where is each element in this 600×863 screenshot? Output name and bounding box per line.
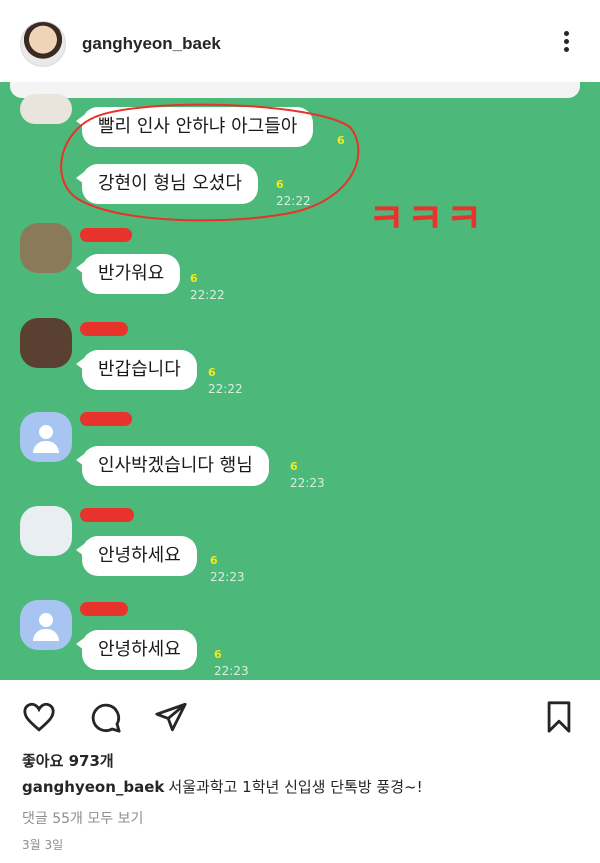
- post-date: 3월 3일: [22, 838, 64, 852]
- previous-message-edge: [10, 82, 580, 98]
- post-image: 빨리 인사 안하냐 아그들아 6 강현이 형님 오셨다 6 22:22 ㅋㅋㅋ …: [0, 82, 600, 680]
- message-time: 22:23: [290, 476, 325, 490]
- caption: ganghyeon_baek 서울과학고 1학년 신입생 단톡방 풍경~!: [22, 776, 423, 797]
- bookmark-icon[interactable]: [542, 700, 576, 734]
- caption-text: 서울과학고 1학년 신입생 단톡방 풍경~!: [168, 778, 423, 796]
- default-avatar-icon: [20, 600, 72, 650]
- redacted-name: [80, 228, 132, 242]
- unread-count: 6: [208, 366, 216, 379]
- share-icon[interactable]: [154, 700, 188, 734]
- default-avatar-icon: [20, 412, 72, 462]
- unread-count: 6: [210, 554, 218, 567]
- redacted-name: [80, 412, 132, 426]
- chat-message: 안녕하세요: [76, 630, 197, 670]
- annotation-text: ㅋㅋㅋ: [368, 196, 485, 242]
- red-circle-annotation: [60, 103, 360, 222]
- chat-message: 인사박겠습니다 행님: [76, 446, 269, 486]
- message-time: 22:23: [214, 664, 249, 678]
- unread-count: 6: [290, 460, 298, 473]
- heart-icon[interactable]: [22, 700, 56, 734]
- chat-avatar: [20, 223, 72, 273]
- chat-message: 반가워요: [75, 254, 181, 294]
- message-time: 22:22: [208, 382, 243, 396]
- redacted-name: [80, 602, 128, 616]
- redacted-name: [80, 322, 128, 336]
- comment-icon[interactable]: [88, 700, 122, 734]
- username[interactable]: ganghyeon_baek: [82, 34, 221, 54]
- caption-username[interactable]: ganghyeon_baek: [22, 778, 164, 796]
- message-time: 22:23: [210, 570, 245, 584]
- chat-avatar: [20, 318, 72, 368]
- message-time: 22:22: [190, 288, 225, 302]
- chat-avatar: [20, 506, 72, 556]
- chat-message: 반갑습니다: [76, 350, 197, 390]
- post-header: ganghyeon_baek: [0, 0, 600, 82]
- like-count[interactable]: 좋아요 973개: [22, 750, 114, 771]
- unread-count: 6: [190, 272, 198, 285]
- chat-message: 안녕하세요: [76, 536, 197, 576]
- action-bar: [0, 690, 600, 740]
- more-icon[interactable]: [556, 28, 576, 58]
- avatar[interactable]: [20, 21, 66, 67]
- redacted-name: [80, 508, 134, 522]
- unread-count: 6: [214, 648, 222, 661]
- view-comments-link[interactable]: 댓글 55개 모두 보기: [22, 808, 143, 828]
